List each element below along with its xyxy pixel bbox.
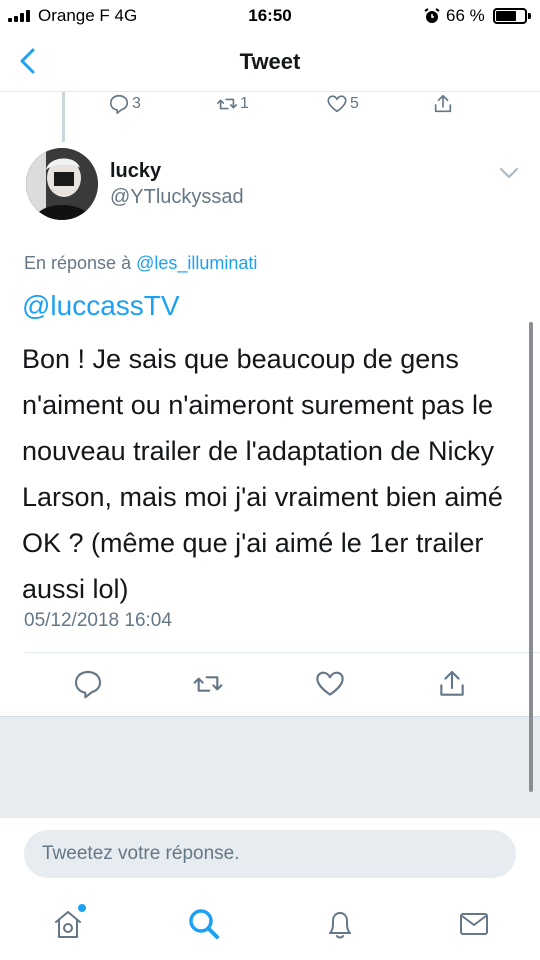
page-title: Tweet: [239, 49, 301, 74]
chevron-down-icon[interactable]: [498, 166, 520, 180]
prev-reply-button[interactable]: 3: [108, 92, 141, 116]
heart-icon: [316, 671, 344, 696]
tab-home[interactable]: [50, 904, 86, 942]
tab-messages[interactable]: [456, 906, 492, 942]
avatar-image: [26, 148, 98, 220]
retweet-icon: [217, 98, 237, 110]
heart-icon: [327, 95, 347, 113]
like-count: 5: [350, 95, 359, 112]
tab-notifications[interactable]: [322, 906, 358, 942]
nav-bar: Tweet: [0, 32, 540, 92]
divider: [24, 652, 540, 653]
reply-composer: [0, 818, 540, 886]
prev-share-button[interactable]: [432, 92, 456, 116]
reply-to-handle-link[interactable]: @les_illuminati: [136, 253, 257, 273]
reply-button[interactable]: [72, 668, 104, 700]
scrollbar[interactable]: [529, 322, 533, 792]
author-name[interactable]: lucky: [110, 160, 161, 183]
retweet-icon: [193, 676, 223, 692]
tweet-author: lucky @YTluckyssad: [0, 140, 540, 230]
retweet-count: 1: [240, 95, 249, 112]
share-button[interactable]: [436, 668, 468, 700]
alarm-icon: [424, 8, 440, 23]
reply-input[interactable]: [24, 830, 516, 878]
in-reply-to: En réponse à @les_illuminati: [24, 253, 257, 274]
tweet-body: Bon ! Je sais que beaucoup de gens n'aim…: [22, 344, 503, 604]
reply-to-prefix: En réponse à: [24, 253, 137, 273]
reply-icon: [74, 670, 102, 699]
new-content-dot: [78, 904, 86, 912]
reply-count: 3: [132, 95, 141, 112]
battery-icon: [493, 8, 531, 24]
prev-retweet-button[interactable]: 1: [216, 92, 249, 116]
tab-search[interactable]: [186, 906, 222, 942]
mention-link[interactable]: @luccassTV: [22, 290, 180, 322]
previous-tweet-actions: 3 1 5: [0, 92, 540, 116]
tweet-timestamp: 05/12/2018 16:04: [24, 610, 172, 631]
share-icon: [440, 670, 464, 696]
status-bar: Orange F 4G 16:50 66 %: [0, 0, 540, 32]
battery-percent: 66 %: [446, 6, 485, 25]
reply-icon: [109, 94, 129, 114]
prev-like-button[interactable]: 5: [326, 92, 359, 116]
retweet-button[interactable]: [192, 668, 224, 700]
envelope-icon: [460, 913, 488, 935]
like-button[interactable]: [314, 668, 346, 700]
author-handle[interactable]: @YTluckyssad: [110, 186, 244, 209]
tweet-actions: [0, 668, 540, 704]
empty-replies-area: [0, 716, 540, 818]
bell-icon: [329, 912, 351, 939]
search-icon: [189, 909, 219, 939]
avatar[interactable]: [26, 148, 98, 220]
share-icon: [434, 94, 452, 113]
tab-bar: [0, 886, 540, 960]
